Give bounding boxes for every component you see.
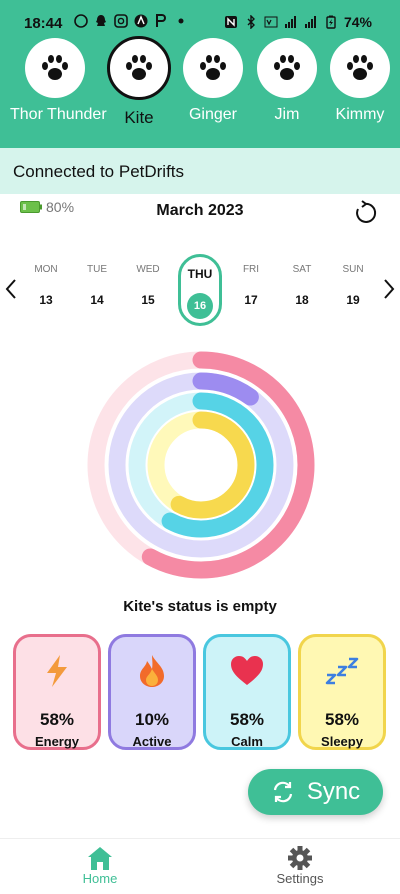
day-number: 16	[187, 293, 213, 319]
sync-icon	[273, 781, 292, 803]
paw-icon	[200, 55, 226, 80]
app-a-icon	[134, 14, 148, 28]
day-name: MON	[34, 264, 58, 275]
home-icon	[88, 847, 112, 870]
day-name: SAT	[292, 264, 312, 275]
pet-name: Kimmy	[335, 106, 385, 123]
metric-card-calm[interactable]: 58% Calm	[203, 634, 291, 750]
lightning-icon	[47, 655, 67, 687]
instagram-icon	[114, 14, 128, 28]
bluetooth-icon	[247, 15, 255, 29]
day-name: WED	[136, 264, 160, 275]
snapchat-icon	[96, 15, 106, 26]
sleep-zzz-icon	[325, 657, 359, 685]
sync-label: Sync	[306, 778, 361, 805]
nav-settings[interactable]: Settings	[250, 845, 350, 886]
day-name: SUN	[342, 264, 364, 275]
signal-5g-icon	[284, 16, 296, 28]
app-p-icon	[156, 14, 166, 27]
day-name: FRI	[242, 264, 260, 275]
pet-name: Thor Thunder	[10, 106, 107, 123]
notification-icons	[74, 14, 188, 28]
pet-thor-thunder[interactable]: Thor Thunder	[10, 38, 107, 124]
day-sun[interactable]: SUN 19	[331, 252, 375, 307]
header-area: 18:44 74% Thor Thunder Kite Ginger Jim K…	[0, 0, 400, 148]
gear-icon	[288, 846, 312, 870]
metric-card-active[interactable]: 10% Active	[108, 634, 196, 750]
pet-selector: Thor Thunder Kite Ginger Jim Kimmy	[0, 36, 400, 138]
connection-banner: Connected to PetDrifts	[0, 148, 400, 194]
day-wed[interactable]: WED 15	[126, 252, 170, 307]
connection-text: Connected to PetDrifts	[13, 162, 185, 181]
chevron-right-icon[interactable]	[380, 278, 398, 300]
fire-icon	[140, 655, 164, 687]
refresh-icon[interactable]	[352, 200, 378, 226]
pet-avatar	[183, 38, 243, 98]
nfc-icon	[224, 16, 237, 28]
day-number: 15	[141, 293, 155, 307]
bottom-navigation: Home Settings	[0, 838, 400, 894]
day-name: THU	[187, 267, 213, 281]
sync-button[interactable]: Sync	[248, 769, 383, 815]
day-number: 13	[39, 293, 53, 307]
chevron-left-icon[interactable]	[2, 278, 20, 300]
nav-home[interactable]: Home	[50, 845, 150, 886]
metric-label: Sleepy	[321, 734, 363, 749]
metric-card-sleepy[interactable]: 58% Sleepy	[298, 634, 386, 750]
metric-value: 58%	[324, 710, 360, 729]
status-text: Kite's status is empty	[123, 598, 277, 615]
day-mon[interactable]: MON 13	[24, 252, 68, 307]
whatsapp-icon	[74, 14, 88, 28]
metric-label: Energy	[34, 734, 80, 749]
system-icons: 74%	[224, 14, 372, 30]
day-tue[interactable]: TUE 14	[75, 252, 119, 307]
nav-home-label: Home	[82, 871, 118, 886]
day-name: TUE	[87, 264, 107, 275]
metric-card-energy[interactable]: 58% Energy	[13, 634, 101, 750]
battery-charging-icon	[326, 15, 336, 29]
day-fri[interactable]: FRI 17	[229, 252, 273, 307]
nav-settings-label: Settings	[276, 871, 324, 886]
pet-avatar	[257, 38, 317, 98]
paw-icon	[347, 55, 373, 80]
metric-label: Active	[132, 734, 172, 749]
heart-icon	[231, 656, 263, 685]
pet-avatar	[25, 38, 85, 98]
week-strip: MON 13 TUE 14 WED 15 THU 16 FRI 17 SAT 1…	[0, 252, 400, 326]
battery-percentage: 74%	[343, 14, 372, 30]
volte-icon	[264, 16, 278, 28]
paw-icon	[274, 55, 300, 80]
day-number: 14	[90, 293, 104, 307]
paw-icon	[126, 55, 152, 80]
day-sat[interactable]: SAT 18	[280, 252, 324, 307]
pet-avatar	[107, 36, 171, 100]
status-time: 18:44	[24, 15, 63, 32]
dot-icon	[178, 18, 184, 24]
signal-icon	[304, 16, 316, 28]
paw-icon	[42, 55, 68, 80]
pet-avatar	[330, 38, 390, 98]
pet-kimmy[interactable]: Kimmy	[315, 38, 400, 124]
day-number: 19	[346, 293, 360, 307]
month-title: March 2023	[156, 202, 244, 219]
metric-value: 58%	[39, 710, 75, 729]
status-rings	[87, 351, 315, 579]
metric-value: 58%	[229, 710, 265, 729]
day-number: 17	[244, 293, 258, 307]
day-thu[interactable]: THU 16	[178, 254, 222, 326]
metric-value: 10%	[134, 710, 170, 729]
day-number: 18	[295, 293, 309, 307]
metric-label: Calm	[231, 734, 263, 749]
